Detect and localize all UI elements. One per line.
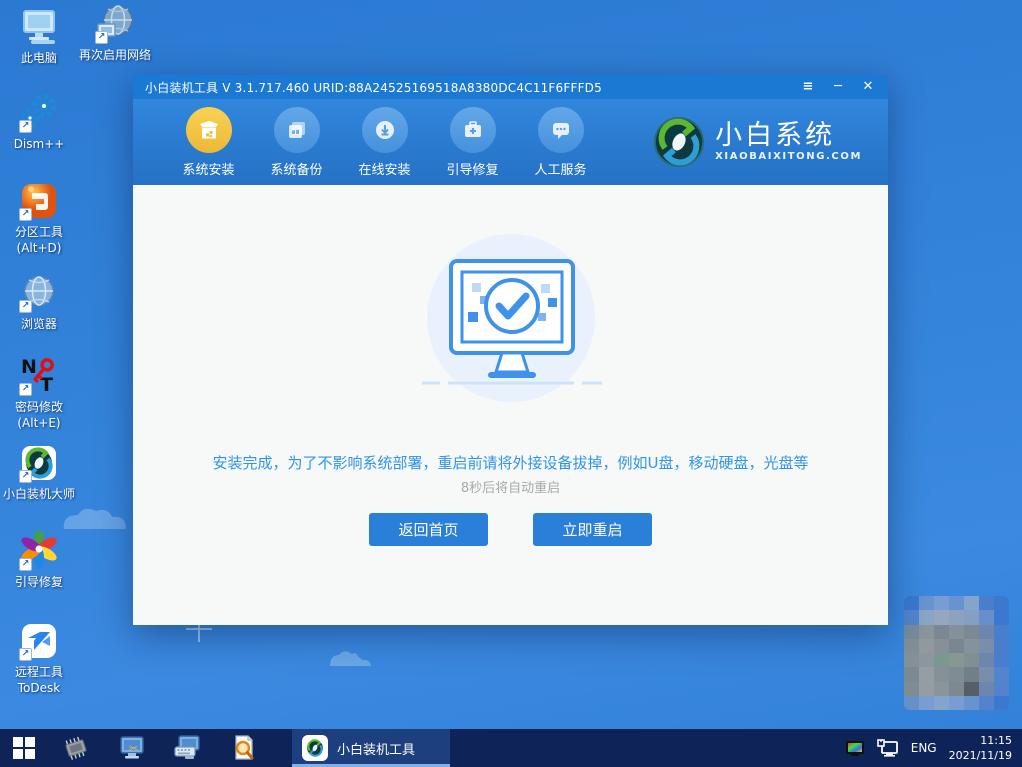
shortcut-arrow-icon: ↗ [19, 120, 32, 133]
back-home-button[interactable]: 返回首页 [369, 513, 488, 546]
cloud-decoration [52, 505, 142, 531]
brand-site: XIAOBAIXITONG.COM [715, 151, 862, 162]
network-tray-icon[interactable] [877, 739, 899, 757]
nav-tab-system-install[interactable]: 系统安装 [161, 107, 249, 178]
shortcut-arrow-icon: ↗ [19, 383, 32, 396]
keyboard-icon [173, 735, 203, 761]
repair-kit-icon [450, 107, 496, 153]
desktop-icon-enable-network[interactable]: ↗ 再次启用网络 [76, 3, 154, 64]
taskbar-item-search[interactable] [216, 729, 272, 767]
search-doc-icon [231, 734, 257, 762]
network-globe-icon: ↗ [94, 3, 136, 45]
window-titlebar[interactable]: 小白装机工具 V 3.1.717.460 URID:88A24525169518… [133, 75, 888, 99]
monitor-scissors-icon: ✂ [118, 735, 146, 761]
language-indicator[interactable]: ENG [911, 741, 937, 755]
taskbar-item-screenshot-tool[interactable]: ✂ [104, 729, 160, 767]
chat-service-icon [538, 107, 584, 153]
display-color-tray-icon[interactable] [845, 740, 865, 757]
nav-tab-boot-repair[interactable]: 引导修复 [425, 107, 513, 178]
menu-icon[interactable]: ≡ [796, 78, 820, 96]
brand-name: 小白系统 [715, 122, 862, 149]
computer-icon [18, 6, 60, 48]
xiaobai-installer-icon: ↗ [18, 442, 60, 484]
desktop-icon-label: 浏览器 [21, 317, 57, 333]
desktop-icon-label: 分区工具 (Alt+D) [15, 225, 63, 256]
chip-icon [61, 736, 91, 760]
desktop-icon-dism[interactable]: ↗ Dism++ [0, 92, 78, 153]
backup-copies-icon [274, 107, 320, 153]
desktop-icon-label: 此电脑 [21, 51, 57, 67]
shortcut-arrow-icon: ↗ [19, 300, 32, 313]
nav-tab-customer-service[interactable]: 人工服务 [513, 107, 601, 178]
shortcut-arrow-icon: ↗ [95, 31, 108, 44]
nav-tab-label: 引导修复 [446, 159, 498, 178]
app-window: 小白装机工具 V 3.1.717.460 URID:88A24525169518… [133, 75, 888, 625]
desktop-icon-label: 密码修改 (Alt+E) [15, 400, 63, 431]
taskbar-item-osk[interactable] [160, 729, 216, 767]
taskbar-clock[interactable]: 11:15 2021/11/19 [949, 733, 1012, 764]
desktop-icon-label: 再次启用网络 [79, 48, 151, 64]
password-key-icon: NT ↗ [18, 355, 60, 397]
desktop-icon-password-reset[interactable]: NT ↗ 密码修改 (Alt+E) [0, 355, 78, 431]
nav-tab-label: 系统备份 [270, 159, 322, 178]
nav-tab-online-install[interactable]: 在线安装 [337, 107, 425, 178]
desktop-icon-label: Dism++ [14, 137, 65, 153]
cloud-decoration [326, 650, 376, 668]
shortcut-arrow-icon: ↗ [19, 208, 32, 221]
start-button[interactable] [0, 729, 48, 767]
shortcut-arrow-icon: ↗ [19, 470, 32, 483]
download-circle-icon [362, 107, 408, 153]
desktop-icon-this-pc[interactable]: 此电脑 [0, 6, 78, 67]
xiaobai-app-icon [302, 735, 328, 761]
desktop-icon-partition-tool[interactable]: ↗ 分区工具 (Alt+D) [0, 180, 78, 256]
desktop-icon-label: 小白装机大师 [3, 487, 75, 503]
partition-tool-icon: ↗ [18, 180, 60, 222]
window-header: 系统安装 系统备份 在线安装 引导修复 [133, 99, 888, 185]
desktop-icon-xiaobai-master[interactable]: ↗ 小白装机大师 [0, 442, 78, 503]
close-icon[interactable]: ✕ [856, 78, 880, 96]
window-title: 小白装机工具 V 3.1.717.460 URID:88A24525169518… [145, 79, 602, 96]
gears-icon: ↗ [18, 92, 60, 134]
xiaobai-logo-icon [653, 116, 705, 168]
brand-logo: 小白系统 XIAOBAIXITONG.COM [653, 116, 872, 168]
nav-tab-system-backup[interactable]: 系统备份 [249, 107, 337, 178]
clock-time: 11:15 [949, 733, 1012, 748]
minimize-icon[interactable]: ─ [826, 78, 850, 96]
pinwheel-icon: ↗ [18, 530, 60, 572]
main-nav: 系统安装 系统备份 在线安装 引导修复 [161, 107, 601, 178]
censored-region [904, 596, 1009, 710]
install-box-icon [186, 107, 232, 153]
taskbar-app-label: 小白装机工具 [337, 739, 415, 758]
window-content: 安装完成，为了不影响系统部署，重启前请将外接设备拔掉，例如U盘，移动硬盘，光盘等… [133, 185, 888, 625]
nav-tab-label: 系统安装 [182, 159, 234, 178]
desktop-icon-todesk[interactable]: ↗ 远程工具 ToDesk [0, 620, 78, 696]
shortcut-arrow-icon: ↗ [19, 558, 32, 571]
shortcut-arrow-icon: ↗ [19, 648, 32, 661]
windows-logo-icon [13, 737, 35, 759]
browser-globe-icon: ↗ [18, 272, 60, 314]
svg-text:N: N [21, 356, 37, 378]
desktop-icon-browser[interactable]: ↗ 浏览器 [0, 272, 78, 333]
desktop-icon-boot-repair[interactable]: ↗ 引导修复 [0, 530, 78, 591]
restart-countdown: 8秒后将自动重启 [133, 477, 888, 496]
nav-tab-label: 在线安装 [358, 159, 410, 178]
clock-date: 2021/11/19 [949, 748, 1012, 763]
svg-text:✂: ✂ [129, 742, 138, 755]
taskbar: ✂ 小白装机工具 ENG 11:15 2021/11/19 [0, 729, 1022, 767]
todesk-icon: ↗ [18, 620, 60, 662]
taskbar-active-app[interactable]: 小白装机工具 [292, 729, 450, 767]
completion-message: 安装完成，为了不影响系统部署，重启前请将外接设备拔掉，例如U盘，移动硬盘，光盘等 [133, 452, 888, 473]
taskbar-item-chip[interactable] [48, 729, 104, 767]
desktop-icon-label: 远程工具 ToDesk [15, 665, 63, 696]
success-monitor-illustration [406, 233, 616, 408]
desktop-icon-label: 引导修复 [15, 575, 63, 591]
restart-now-button[interactable]: 立即重启 [533, 513, 652, 546]
nav-tab-label: 人工服务 [534, 159, 586, 178]
